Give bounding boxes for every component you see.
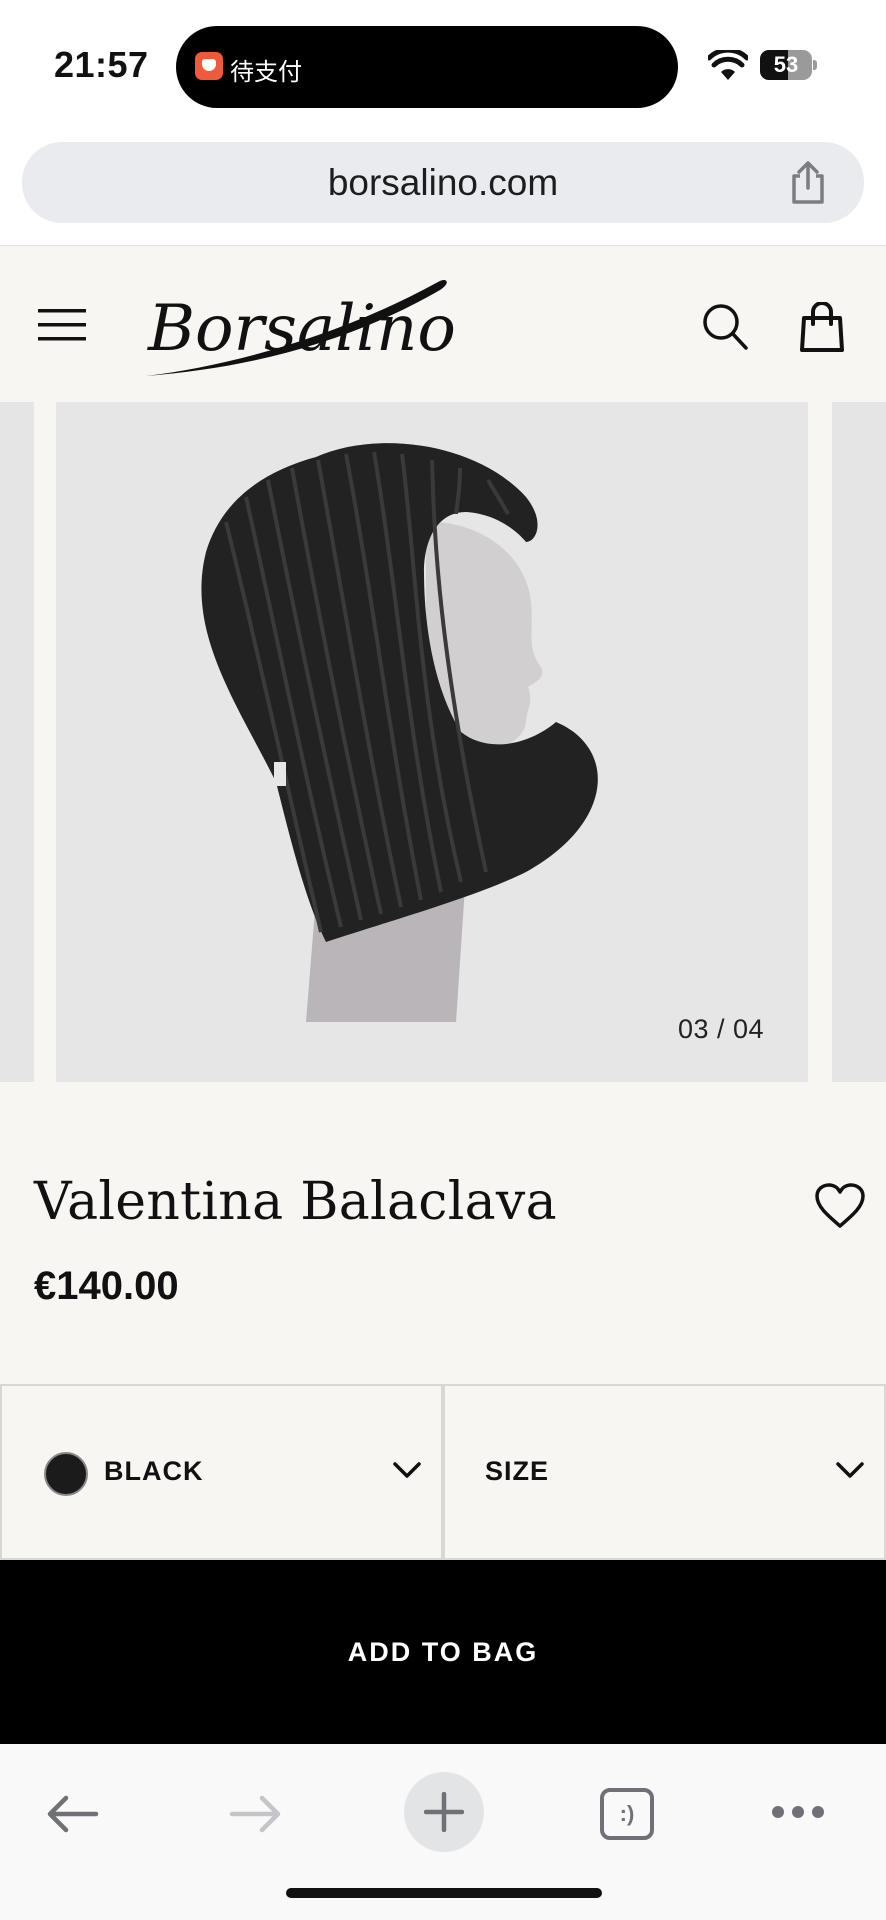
- previous-slide-peek[interactable]: [0, 402, 34, 1082]
- product-image-slide[interactable]: 03 / 04: [56, 402, 808, 1082]
- battery-icon: 53: [760, 50, 818, 80]
- chevron-down-icon: [393, 1462, 421, 1478]
- wifi-icon: [708, 50, 748, 80]
- battery-level-text: 53: [773, 52, 799, 77]
- browser-toolbar: :): [0, 1744, 886, 1920]
- new-tab-button[interactable]: [404, 1772, 484, 1852]
- variant-selectors: BLACK SIZE: [0, 1384, 886, 1560]
- island-status-text: 待支付: [230, 58, 302, 86]
- dynamic-island[interactable]: 待支付: [176, 26, 678, 108]
- address-bar[interactable]: borsalino.com: [22, 142, 864, 223]
- next-slide-peek[interactable]: [832, 402, 886, 1082]
- chevron-down-icon: [836, 1462, 864, 1478]
- color-dropdown-label: BLACK: [104, 1456, 204, 1486]
- forward-arrow-icon[interactable]: [228, 1794, 284, 1834]
- site-header: Borsalino: [0, 245, 886, 402]
- product-title: Valentina Balaclava: [34, 1172, 557, 1232]
- back-arrow-icon[interactable]: [44, 1794, 100, 1834]
- status-time: 21:57: [54, 44, 149, 85]
- slide-counter: 03 / 04: [678, 1014, 765, 1044]
- shopping-bag-icon[interactable]: [800, 302, 844, 352]
- size-dropdown[interactable]: SIZE: [443, 1384, 886, 1560]
- search-icon[interactable]: [702, 302, 748, 350]
- more-dots-icon[interactable]: [770, 1804, 826, 1820]
- heart-icon[interactable]: [814, 1182, 866, 1230]
- size-dropdown-label: SIZE: [485, 1456, 550, 1486]
- tabs-icon: :): [600, 1788, 654, 1840]
- status-bar: 21:57 待支付 53: [0, 0, 886, 135]
- tabs-overview-button[interactable]: :): [600, 1788, 654, 1840]
- product-gallery[interactable]: 03 / 04: [0, 402, 886, 1082]
- plus-icon: [424, 1792, 464, 1832]
- borsalino-logo[interactable]: Borsalino: [140, 258, 460, 388]
- add-to-bag-button[interactable]: ADD TO BAG: [0, 1560, 886, 1744]
- color-dropdown[interactable]: BLACK: [0, 1384, 443, 1560]
- url-text[interactable]: borsalino.com: [22, 142, 864, 223]
- app-notification-icon: [195, 52, 223, 80]
- hamburger-menu-icon[interactable]: [38, 308, 86, 342]
- share-icon[interactable]: [786, 160, 830, 206]
- product-price: €140.00: [34, 1264, 179, 1308]
- product-info: Valentina Balaclava €140.00: [0, 1082, 886, 1384]
- home-indicator[interactable]: [286, 1888, 602, 1898]
- balaclava-product-photo: [56, 402, 808, 1082]
- color-swatch: [44, 1452, 88, 1496]
